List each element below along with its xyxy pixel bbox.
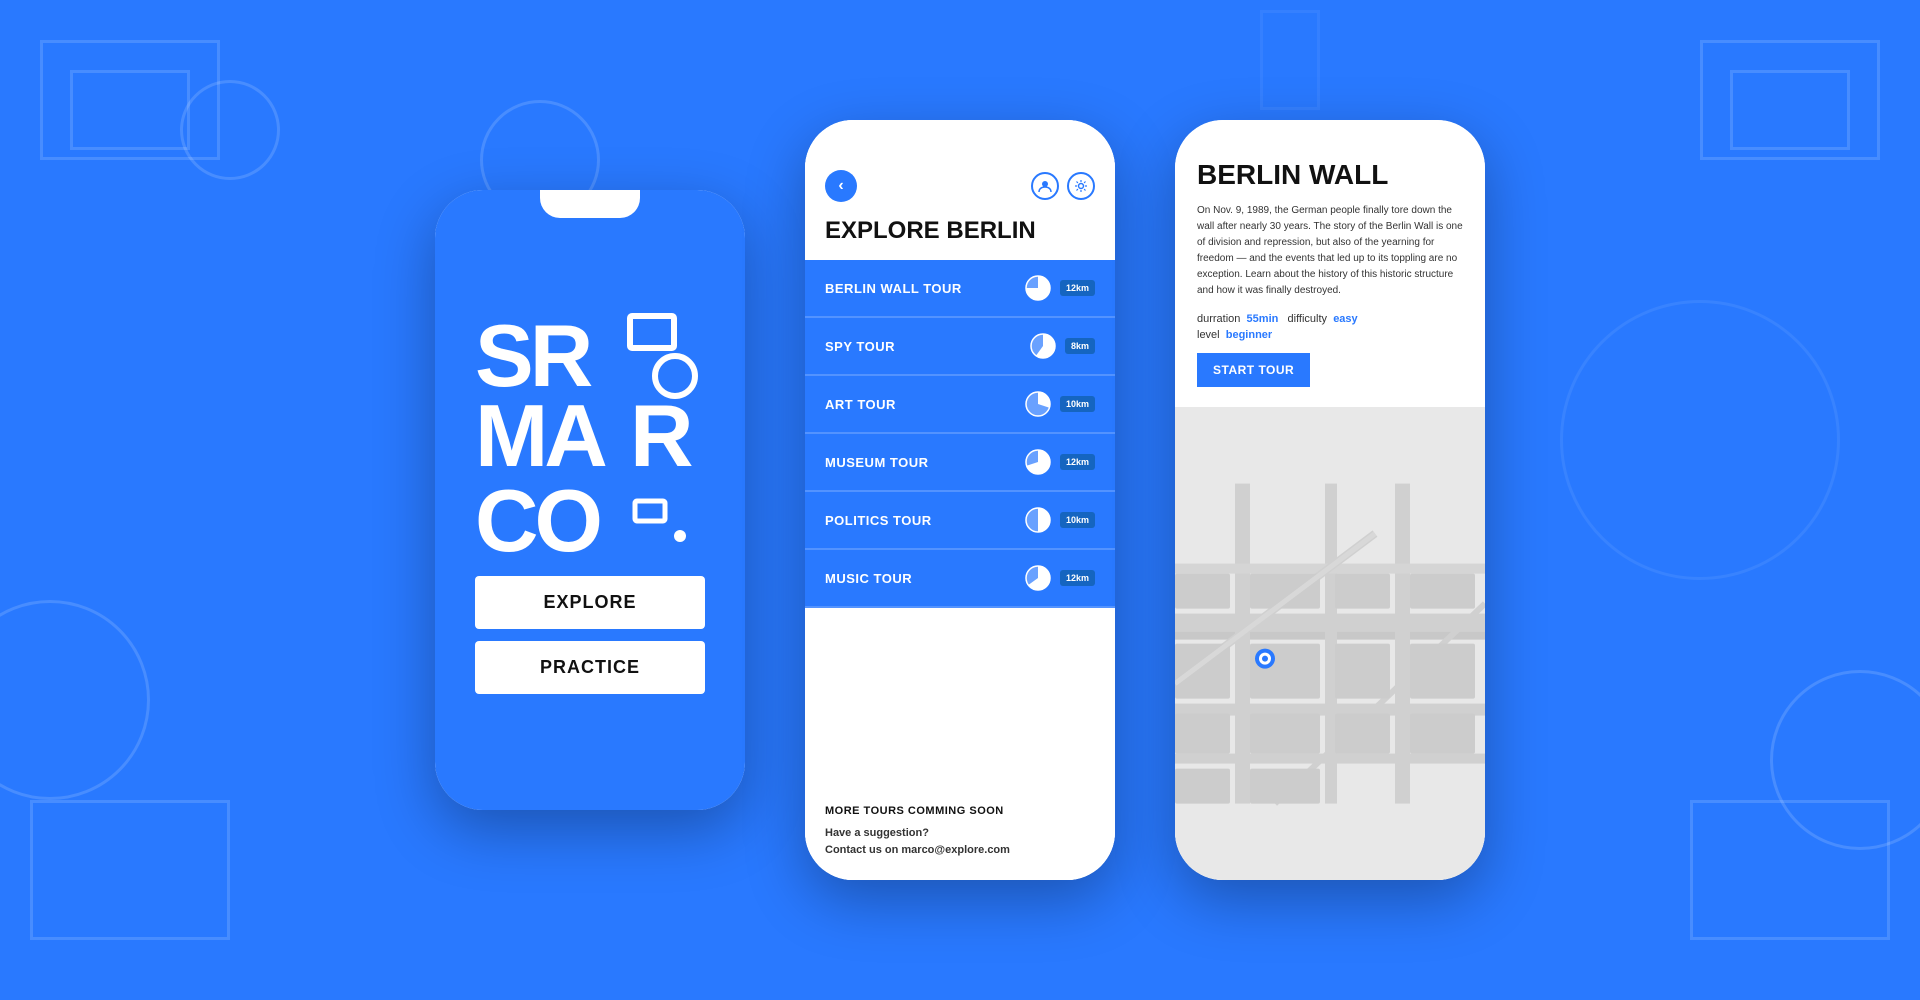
svg-text:CO: CO xyxy=(475,471,600,566)
tour-distance-badge: 12km xyxy=(1060,570,1095,586)
tour-item-label: ART TOUR xyxy=(825,397,896,412)
tour-item-right: 10km xyxy=(1024,506,1095,534)
tour-item-label: SPY TOUR xyxy=(825,339,895,354)
tour-distance-badge: 8km xyxy=(1065,338,1095,354)
main-container: SR MA R CO EXPLOR xyxy=(0,0,1920,1000)
map-container xyxy=(1175,407,1485,880)
settings-icon[interactable] xyxy=(1067,172,1095,200)
phone-tour-list-inner: ‹ EXPLORE BERLIN BERLIN WALL TOUR xyxy=(805,120,1115,880)
tour-pie-chart xyxy=(1024,390,1052,418)
phone-notch-3 xyxy=(1280,120,1380,148)
detail-duration: durration 55min difficulty easy xyxy=(1197,313,1463,325)
phone-splash: SR MA R CO EXPLOR xyxy=(435,190,745,810)
tour-item-right: 10km xyxy=(1024,390,1095,418)
tour-distance-badge: 12km xyxy=(1060,280,1095,296)
start-tour-button[interactable]: START TOUR xyxy=(1197,353,1310,387)
tour-list: BERLIN WALL TOUR 12km SPY TOUR 8km ART T… xyxy=(805,260,1115,790)
tour-distance-badge: 10km xyxy=(1060,396,1095,412)
tour-pie-chart xyxy=(1024,274,1052,302)
header-icons xyxy=(1031,172,1095,200)
tour-pie-chart xyxy=(1024,506,1052,534)
tour-pie-chart xyxy=(1029,332,1057,360)
tour-item-right: 12km xyxy=(1024,274,1095,302)
suggestion-text: Have a suggestion? Contact us on marco@e… xyxy=(825,825,1095,860)
practice-button[interactable]: PRACTICE xyxy=(475,641,705,694)
detail-description: On Nov. 9, 1989, the German people final… xyxy=(1197,203,1463,299)
tour-item-right: 12km xyxy=(1024,448,1095,476)
phone2-footer: MORE TOURS COMMING SOON Have a suggestio… xyxy=(805,790,1115,880)
phone-tour-list: ‹ EXPLORE BERLIN BERLIN WALL TOUR xyxy=(805,120,1115,880)
logo-container: SR MA R CO xyxy=(475,306,705,566)
tour-item-label: POLITICS TOUR xyxy=(825,513,932,528)
back-button[interactable]: ‹ xyxy=(825,170,857,202)
phone-notch-1 xyxy=(540,190,640,218)
tour-item-label: MUSEUM TOUR xyxy=(825,455,928,470)
explore-berlin-title: EXPLORE BERLIN xyxy=(805,212,1115,260)
svg-text:R: R xyxy=(630,386,694,485)
tour-item-right: 8km xyxy=(1029,332,1095,360)
detail-level: level beginner xyxy=(1197,329,1463,341)
phone-splash-inner: SR MA R CO EXPLOR xyxy=(435,190,745,810)
detail-content: BERLIN WALL On Nov. 9, 1989, the German … xyxy=(1175,120,1485,407)
tour-item[interactable]: ART TOUR 10km xyxy=(805,376,1115,434)
explore-button[interactable]: EXPLORE xyxy=(475,576,705,629)
tour-item[interactable]: BERLIN WALL TOUR 12km xyxy=(805,260,1115,318)
profile-icon[interactable] xyxy=(1031,172,1059,200)
tour-pie-chart xyxy=(1024,448,1052,476)
tour-item[interactable]: MUSIC TOUR 12km xyxy=(805,550,1115,608)
tour-item[interactable]: SPY TOUR 8km xyxy=(805,318,1115,376)
tour-item-label: MUSIC TOUR xyxy=(825,571,912,586)
tour-item-label: BERLIN WALL TOUR xyxy=(825,281,962,296)
tour-item[interactable]: MUSEUM TOUR 12km xyxy=(805,434,1115,492)
phone-notch-2 xyxy=(910,120,1010,148)
phone-detail-inner: BERLIN WALL On Nov. 9, 1989, the German … xyxy=(1175,120,1485,880)
tour-distance-badge: 10km xyxy=(1060,512,1095,528)
detail-title: BERLIN WALL xyxy=(1197,160,1463,191)
tour-distance-badge: 12km xyxy=(1060,454,1095,470)
phone1-buttons: EXPLORE PRACTICE xyxy=(455,576,725,694)
tour-item-right: 12km xyxy=(1024,564,1095,592)
tour-item[interactable]: POLITICS TOUR 10km xyxy=(805,492,1115,550)
phone-detail: BERLIN WALL On Nov. 9, 1989, the German … xyxy=(1175,120,1485,880)
tour-pie-chart xyxy=(1024,564,1052,592)
more-tours-label: MORE TOURS COMMING SOON xyxy=(825,805,1095,817)
